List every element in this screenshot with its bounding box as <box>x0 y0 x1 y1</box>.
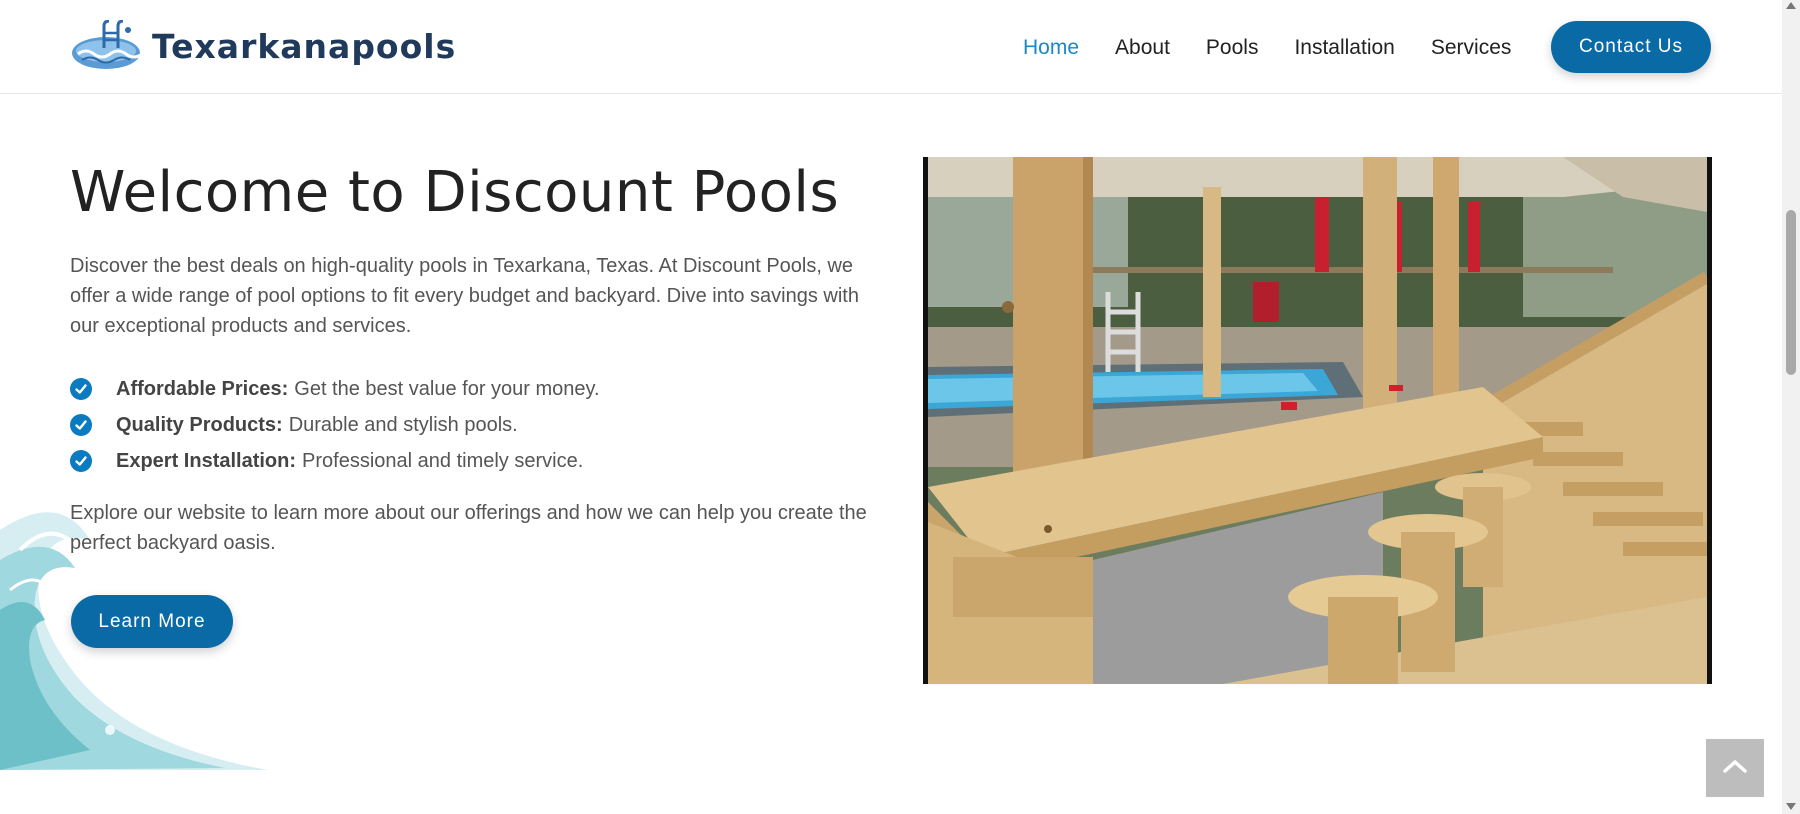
scrollbar-thumb[interactable] <box>1786 210 1796 375</box>
feature-label: Affordable Prices: <box>116 377 289 400</box>
learn-more-button[interactable]: Learn More <box>71 595 233 648</box>
wooden-pool-deck-photo <box>923 157 1712 684</box>
list-item: Affordable Prices: Get the best value fo… <box>70 371 600 407</box>
scroll-down-arrow-icon[interactable] <box>1786 803 1796 810</box>
nav-item-about[interactable]: About <box>1115 36 1170 60</box>
feature-text: Durable and stylish pools. <box>288 413 518 436</box>
feature-text: Professional and timely service. <box>302 449 584 472</box>
nav-item-services[interactable]: Services <box>1431 36 1512 60</box>
logo[interactable]: Texarkanapools <box>70 19 457 72</box>
intro-paragraph: Discover the best deals on high-quality … <box>70 255 859 337</box>
main-nav: Home About Pools Installation Services <box>1023 36 1547 60</box>
site-header: Texarkanapools Home About Pools Installa… <box>0 0 1782 94</box>
page-scrollbar[interactable] <box>1782 0 1800 814</box>
feature-label: Quality Products: <box>116 413 283 436</box>
feature-text: Get the best value for your money. <box>294 377 600 400</box>
list-item: Quality Products: Durable and stylish po… <box>70 407 600 443</box>
list-item: Expert Installation: Professional and ti… <box>70 443 600 479</box>
contact-us-button[interactable]: Contact Us <box>1551 21 1711 73</box>
chevron-up-icon <box>1722 758 1748 779</box>
brand-name: Texarkanapools <box>152 26 457 66</box>
nav-item-home[interactable]: Home <box>1023 36 1079 60</box>
nav-item-pools[interactable]: Pools <box>1206 36 1259 60</box>
check-circle-icon <box>70 378 92 400</box>
page-title: Welcome to Discount Pools <box>70 160 840 225</box>
nav-item-installation[interactable]: Installation <box>1294 36 1394 60</box>
feature-list: Affordable Prices: Get the best value fo… <box>70 371 600 479</box>
check-circle-icon <box>70 414 92 436</box>
scroll-up-arrow-icon[interactable] <box>1786 2 1796 9</box>
pool-ladder-logo-icon <box>70 19 143 72</box>
back-to-top-button[interactable] <box>1706 739 1764 797</box>
feature-label: Expert Installation: <box>116 449 297 472</box>
check-circle-icon <box>70 450 92 472</box>
outro-paragraph: Explore our website to learn more about … <box>70 502 867 554</box>
